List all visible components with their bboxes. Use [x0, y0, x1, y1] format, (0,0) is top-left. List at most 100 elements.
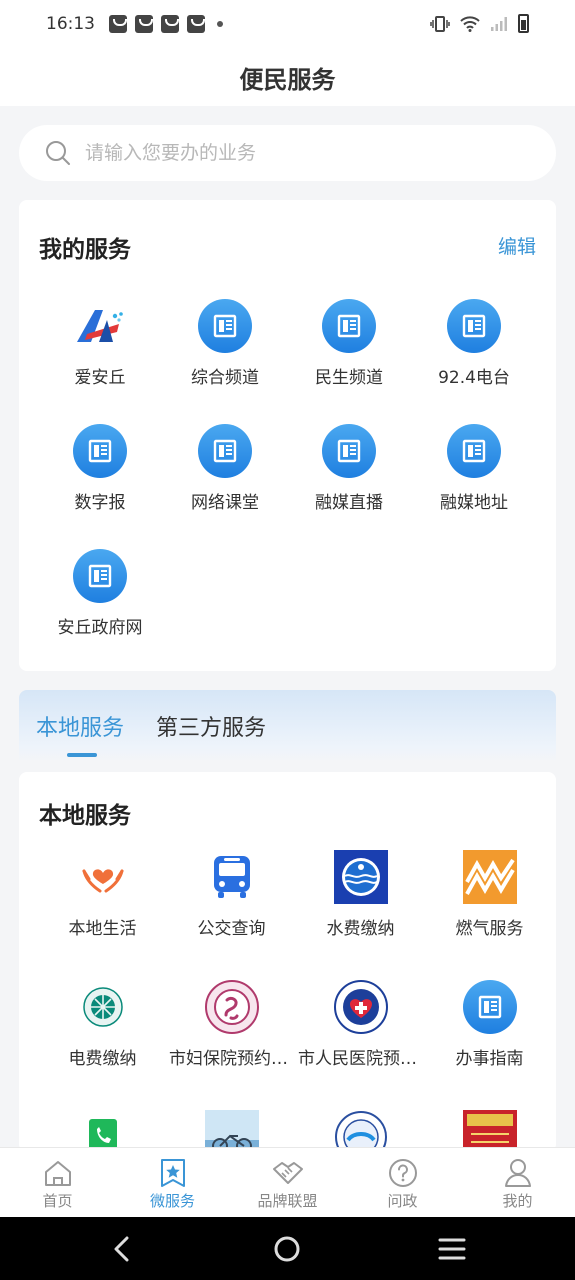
nav-inquiry[interactable]: 问政	[345, 1148, 460, 1217]
state-grid-logo-icon	[76, 980, 130, 1034]
service-item-label: 数字报	[74, 493, 126, 513]
question-icon	[387, 1158, 419, 1188]
phone-book-icon	[76, 1110, 130, 1152]
wifi-icon	[460, 15, 480, 32]
service-item-label: 融媒直播	[315, 493, 383, 513]
nav-mine[interactable]: 我的	[460, 1148, 575, 1217]
local-services-title: 本地服务	[39, 803, 131, 829]
water-logo-icon	[333, 850, 388, 904]
service-item-radio[interactable]: 92.4电台	[412, 299, 536, 388]
local-services-card: 本地服务 本地生活 公交查询 水费缴纳 燃气服务 电费缴纳 市妇保院预约挂号 市…	[19, 772, 556, 1152]
bus-icon	[205, 850, 259, 904]
more-notifications-dot-icon	[217, 21, 223, 27]
local-item-peoples-hospital[interactable]: 市人民医院预约挂号	[298, 980, 423, 1069]
document-icon	[198, 424, 252, 478]
tab-local-services[interactable]: 本地服务	[36, 710, 124, 742]
service-item-gov-site[interactable]: 安丘政府网	[38, 549, 162, 638]
heart-hands-icon	[76, 850, 130, 904]
handshake-icon	[272, 1158, 304, 1188]
user-icon	[502, 1158, 534, 1188]
back-icon[interactable]	[110, 1234, 134, 1264]
nav-micro-services-label: 微服务	[149, 1192, 195, 1210]
document-icon	[73, 424, 127, 478]
notification-bag-icon	[187, 15, 205, 33]
system-navigation-bar	[0, 1217, 575, 1280]
round-seal-icon	[334, 1110, 388, 1152]
service-item-label: 市人民医院预约挂号	[298, 1049, 423, 1069]
service-item-label: 电费缴纳	[68, 1049, 137, 1069]
gas-logo-icon	[462, 850, 517, 904]
edit-button[interactable]: 编辑	[498, 232, 536, 259]
nav-inquiry-label: 问政	[387, 1192, 418, 1210]
local-item-life[interactable]: 本地生活	[40, 850, 165, 939]
star-bookmark-icon	[157, 1158, 189, 1188]
service-item-label: 安丘政府网	[57, 618, 143, 638]
service-item-label: 爱安丘	[74, 368, 126, 388]
top-header: 便民服务	[0, 48, 575, 106]
search-input[interactable]	[85, 142, 525, 164]
nav-brand-alliance[interactable]: 品牌联盟	[230, 1148, 345, 1217]
vibrate-icon	[430, 15, 450, 32]
local-item-bike[interactable]	[169, 1110, 294, 1152]
my-services-card: 我的服务 编辑 爱安丘 综合频道 民生频道 92.4电台 数字报 网络课堂 融媒…	[19, 200, 556, 671]
document-icon	[447, 424, 501, 478]
search-area	[0, 106, 575, 184]
status-time: 16:13	[46, 14, 95, 34]
service-item-address[interactable]: 融媒地址	[412, 424, 536, 513]
service-item-label: 市妇保院预约挂号	[169, 1049, 294, 1069]
service-item-zonghe[interactable]: 综合频道	[163, 299, 287, 388]
tab-third-party-services[interactable]: 第三方服务	[156, 710, 266, 742]
service-item-label: 公交查询	[197, 919, 266, 939]
local-item-bus[interactable]: 公交查询	[169, 850, 294, 939]
my-services-title: 我的服务	[39, 237, 131, 263]
document-icon	[447, 299, 501, 353]
battery-icon	[518, 14, 529, 33]
local-item-water[interactable]: 水费缴纳	[298, 850, 423, 939]
service-item-label: 综合频道	[191, 368, 259, 388]
nav-micro-services[interactable]: 微服务	[115, 1148, 230, 1217]
aianqiu-logo-icon	[73, 299, 127, 353]
service-item-label: 民生频道	[315, 368, 383, 388]
search-icon	[46, 141, 70, 165]
local-item-hotline[interactable]	[427, 1110, 552, 1152]
document-icon	[198, 299, 252, 353]
local-item-phone[interactable]	[40, 1110, 165, 1152]
service-item-minsheng[interactable]: 民生频道	[287, 299, 411, 388]
service-item-online-class[interactable]: 网络课堂	[163, 424, 287, 513]
local-item-maternity-hospital[interactable]: 市妇保院预约挂号	[169, 980, 294, 1069]
nav-home-label: 首页	[42, 1192, 73, 1210]
notification-bag-icon	[135, 15, 153, 33]
active-tab-indicator	[67, 753, 97, 757]
service-item-label: 办事指南	[455, 1049, 524, 1069]
service-tabs: 本地服务 第三方服务	[19, 690, 556, 762]
service-item-label: 本地生活	[68, 919, 137, 939]
document-icon	[462, 980, 517, 1034]
maternity-hospital-logo-icon	[204, 980, 259, 1034]
search-box[interactable]	[19, 125, 556, 181]
local-item-guide[interactable]: 办事指南	[427, 980, 552, 1069]
service-item-label: 融媒地址	[440, 493, 508, 513]
document-icon	[73, 549, 127, 603]
peoples-hospital-logo-icon	[333, 980, 388, 1034]
home-circle-icon[interactable]	[273, 1235, 301, 1263]
local-item-seal[interactable]	[298, 1110, 423, 1152]
service-item-aianqiu[interactable]: 爱安丘	[38, 299, 162, 388]
service-item-label: 水费缴纳	[326, 919, 395, 939]
bottom-navigation: 首页 微服务 品牌联盟 问政 我的	[0, 1147, 575, 1217]
nav-home[interactable]: 首页	[0, 1148, 115, 1217]
document-icon	[322, 424, 376, 478]
signal-icon	[491, 16, 507, 31]
page-title: 便民服务	[239, 65, 336, 94]
service-item-live[interactable]: 融媒直播	[287, 424, 411, 513]
local-item-gas[interactable]: 燃气服务	[427, 850, 552, 939]
notification-bag-icon	[161, 15, 179, 33]
service-item-digital-paper[interactable]: 数字报	[38, 424, 162, 513]
document-icon	[322, 299, 376, 353]
home-icon	[42, 1158, 74, 1188]
notification-bag-icon	[109, 15, 127, 33]
status-bar: 16:13	[0, 0, 575, 48]
local-item-electricity[interactable]: 电费缴纳	[40, 980, 165, 1069]
menu-icon[interactable]	[438, 1237, 466, 1261]
nav-mine-label: 我的	[502, 1192, 533, 1210]
service-item-label: 燃气服务	[455, 919, 524, 939]
